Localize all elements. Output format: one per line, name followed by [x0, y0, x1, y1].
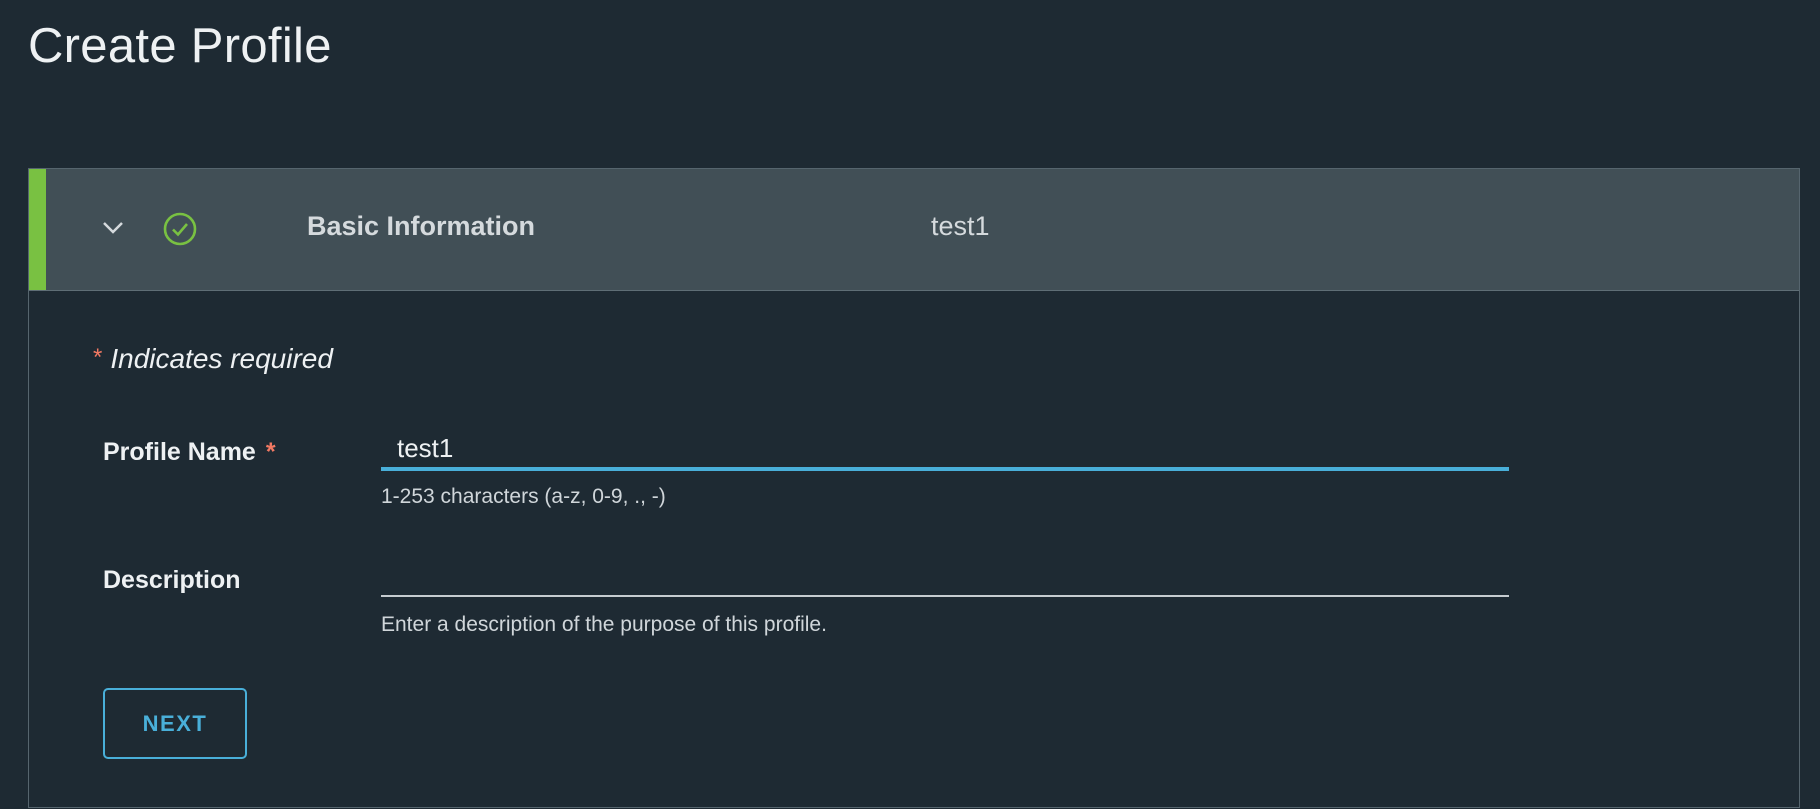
description-label: Description — [103, 566, 241, 594]
profile-name-helper: 1-253 characters (a-z, 0-9, ., -) — [381, 485, 666, 508]
step-header[interactable]: Basic Information test1 — [29, 169, 1799, 291]
page-title: Create Profile — [28, 19, 332, 73]
next-button[interactable]: NEXT — [103, 688, 247, 759]
step-body: * Indicates required Profile Name * 1-253 … — [29, 291, 1799, 809]
profile-name-required-star: * — [265, 438, 276, 466]
required-note-text: Indicates required — [110, 343, 333, 374]
step-title: Basic Information — [307, 211, 536, 241]
basic-information-step: Basic Information test1 * Indicates requi… — [28, 168, 1800, 808]
required-note: * Indicates required — [93, 343, 333, 375]
profile-name-label-text: Profile Name — [103, 438, 256, 466]
step-status-bar — [29, 169, 46, 290]
chevron-down-icon[interactable] — [101, 215, 125, 239]
check-circle-icon — [163, 212, 197, 246]
description-input[interactable] — [381, 555, 1509, 597]
profile-name-input[interactable] — [381, 429, 1509, 471]
required-star: * — [93, 344, 103, 371]
profile-name-label: Profile Name * — [103, 438, 276, 467]
description-helper: Enter a description of the purpose of th… — [381, 613, 827, 636]
step-summary: test1 — [931, 211, 990, 241]
